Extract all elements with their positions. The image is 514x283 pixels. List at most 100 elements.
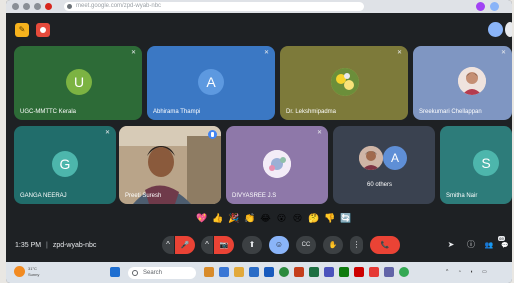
wifi-icon[interactable]: ◔ (458, 268, 461, 276)
back-icon[interactable] (12, 3, 19, 10)
volume-icon[interactable]: ◖ (470, 268, 473, 276)
search-icon (132, 270, 138, 276)
meeting-code: zpd-wyab-nbc (52, 242, 97, 249)
sad-reaction-icon[interactable]: 😢 (292, 213, 303, 224)
others-avatar-photo (359, 146, 383, 170)
participant-name: Smitha Nair (446, 193, 478, 199)
participant-tile[interactable]: ✕ Sreekumari Chellappan (413, 46, 512, 120)
companion-icon[interactable] (488, 22, 503, 37)
more-reactions-icon[interactable]: 🔄 (340, 213, 351, 224)
mic-off-icon: ✕ (397, 50, 403, 56)
mic-toggle-button[interactable]: 🎤 (175, 236, 195, 254)
others-tile[interactable]: A 60 others (333, 126, 435, 204)
start-icon[interactable] (110, 267, 120, 277)
powerpoint-icon[interactable] (294, 267, 304, 277)
people-button[interactable]: 👥 (484, 240, 494, 250)
camera-options-button[interactable]: ^ (201, 236, 213, 254)
weather-widget[interactable]: 31°C Sunny (28, 266, 39, 278)
app-icon[interactable] (384, 267, 394, 277)
reactions-bar: 💖 👍 🎉 👏 😂 😮 😢 🤔 👎 🔄 (196, 211, 351, 225)
task-view-icon[interactable] (204, 267, 214, 277)
mic-off-icon: ✕ (501, 50, 507, 56)
taskbar-search[interactable]: Search (128, 267, 196, 279)
address-bar[interactable]: meet.google.com/zpd-wyab-nbc (64, 2, 364, 11)
excel-icon[interactable] (309, 267, 319, 277)
person-photo-icon (359, 146, 383, 170)
clap-reaction-icon[interactable]: 👏 (244, 213, 255, 224)
others-count: 60 others (367, 182, 393, 188)
participant-name: Dr. Lekshmipadma (286, 109, 337, 115)
acrobat-icon[interactable] (354, 267, 364, 277)
more-options-button[interactable]: ⋮ (350, 236, 363, 254)
thumbs-up-reaction-icon[interactable]: 👍 (212, 213, 223, 224)
mic-off-icon: ✕ (317, 130, 323, 136)
participant-tile[interactable]: ✕ Dr. Lekshmipadma (280, 46, 408, 120)
extension-icon[interactable] (476, 2, 485, 11)
heart-reaction-icon[interactable]: 💖 (196, 213, 207, 224)
meeting-info-button[interactable]: ⓘ (466, 240, 476, 250)
home-icon[interactable] (45, 3, 52, 10)
participant-tile[interactable]: U ✕ UGC-MMTTC Kerala (14, 46, 142, 120)
os-taskbar: 31°C Sunny Search ^ ◔ ◖ ▭ (6, 262, 512, 283)
participant-tile[interactable]: A ✕ Abhirama Thampi (147, 46, 275, 120)
whiteboard-button[interactable]: ✎ (15, 23, 29, 37)
hang-up-icon: 📞 (380, 242, 390, 249)
teams-icon[interactable] (324, 267, 334, 277)
more-vert-icon: ⋮ (352, 240, 361, 249)
chat-button[interactable]: 💬 (500, 240, 510, 250)
captions-icon: CC (301, 242, 311, 248)
participant-avatar (458, 67, 486, 95)
forward-icon[interactable] (23, 3, 30, 10)
participant-name: Sreekumari Chellappan (419, 109, 482, 115)
reload-icon[interactable] (34, 3, 41, 10)
party-reaction-icon[interactable]: 🎉 (228, 213, 239, 224)
participant-avatar (331, 68, 359, 96)
thinking-reaction-icon[interactable]: 🤔 (308, 213, 319, 224)
weather-icon[interactable] (14, 266, 25, 277)
store-icon[interactable] (249, 267, 259, 277)
youtube-icon[interactable] (369, 267, 379, 277)
lock-icon (67, 4, 72, 9)
separator: | (46, 242, 48, 249)
mic-off-icon: 🎤 (180, 242, 190, 249)
account-avatar[interactable] (505, 22, 512, 37)
tray-chevron-icon[interactable]: ^ (446, 268, 448, 276)
browser-toolbar: meet.google.com/zpd-wyab-nbc (6, 0, 512, 13)
chrome-active-icon[interactable] (399, 267, 409, 277)
participant-tile-speaking[interactable]: Preeti Suresh (119, 126, 221, 204)
participant-avatar: U (66, 69, 92, 95)
file-explorer-icon[interactable] (219, 267, 229, 277)
current-time: 1:35 PM (15, 242, 42, 249)
laugh-reaction-icon[interactable]: 😂 (260, 213, 271, 224)
word-icon[interactable] (264, 267, 274, 277)
send-reaction-button[interactable]: ☺ (269, 236, 289, 254)
raise-hand-button[interactable]: ✋ (323, 236, 343, 254)
participant-avatar (263, 150, 291, 178)
recording-indicator-icon[interactable] (36, 23, 50, 37)
battery-icon[interactable]: ▭ (482, 268, 487, 276)
profile-icon[interactable] (490, 2, 499, 11)
laptop-screen: meet.google.com/zpd-wyab-nbc ✎ U ✕ UGC-M… (6, 0, 512, 283)
participant-tile[interactable]: G ✕ GANGA NEERAJ (14, 126, 116, 204)
camera-toggle-button[interactable]: 📷 (214, 236, 234, 254)
captions-button[interactable]: CC (296, 236, 316, 254)
mic-off-icon: ✕ (105, 130, 111, 136)
edge-icon[interactable] (339, 267, 349, 277)
leave-call-button[interactable]: 📞 (370, 236, 400, 254)
thumbs-down-reaction-icon[interactable]: 👎 (324, 213, 335, 224)
participant-tile[interactable]: ✕ DIVYASREE J.S (226, 126, 328, 204)
url-text: meet.google.com/zpd-wyab-nbc (76, 3, 162, 9)
mic-off-icon: ✕ (131, 50, 137, 56)
participant-tile[interactable]: S Smitha Nair (440, 126, 512, 204)
pointer-icon: ➤ (447, 240, 455, 249)
present-screen-button[interactable]: ⬆ (242, 236, 262, 254)
surprised-reaction-icon[interactable]: 😮 (276, 213, 287, 224)
chrome-icon[interactable] (279, 267, 289, 277)
participant-avatar: G (52, 151, 78, 177)
camera-off-icon: 📷 (219, 242, 229, 249)
mic-options-button[interactable]: ^ (162, 236, 174, 254)
participant-name: DIVYASREE J.S (232, 193, 277, 199)
participant-avatar: S (473, 150, 499, 176)
folder-icon[interactable] (234, 267, 244, 277)
others-avatar: A (383, 146, 407, 170)
